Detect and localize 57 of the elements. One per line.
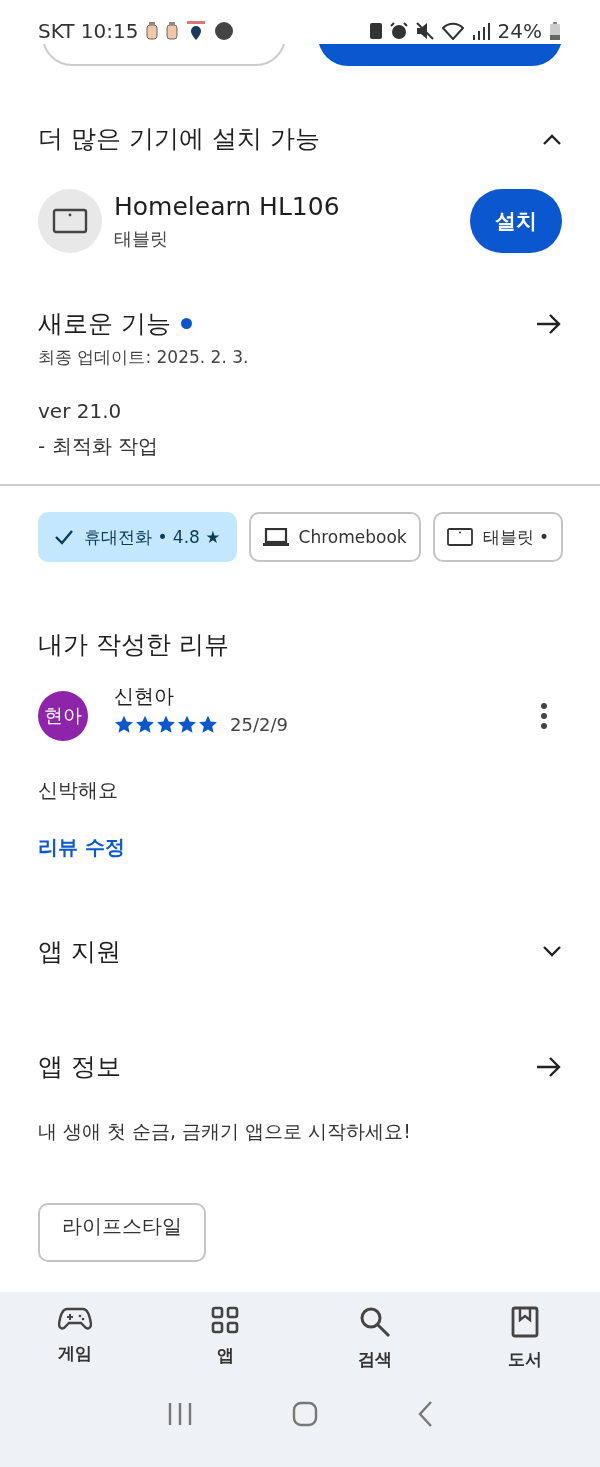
alarm-icon: [389, 22, 408, 40]
review-date: 25/2/9: [230, 714, 288, 735]
edit-review-link[interactable]: 리뷰 수정: [38, 834, 125, 861]
battery-saver-icon: [369, 22, 382, 40]
nav-tab[interactable]: 도서: [450, 1306, 600, 1371]
filter-chip[interactable]: Chromebook: [248, 512, 421, 562]
reviewer-name: 신현아: [114, 683, 174, 710]
signal-icon: [471, 22, 490, 40]
mute-icon: [415, 22, 434, 40]
star-icon: [114, 715, 134, 734]
carrier-time: SKT 10:15: [38, 19, 139, 43]
app-description: 내 생애 첫 순금, 금캐기 앱으로 시작하세요!: [38, 1119, 411, 1144]
arrow-right-icon[interactable]: [536, 312, 562, 335]
device-type: 태블릿: [114, 226, 168, 251]
star-icon: [198, 715, 218, 734]
section-title: 더 많은 기기에 설치 가능: [38, 123, 320, 155]
search-icon: [359, 1306, 391, 1338]
update-date: 최종 업데이트: 2025. 2. 3.: [38, 346, 249, 369]
home-icon[interactable]: [292, 1401, 318, 1427]
arrow-right-icon[interactable]: [536, 1055, 562, 1078]
more-options-icon[interactable]: [540, 703, 548, 729]
filter-chip[interactable]: 태블릿 •: [432, 512, 564, 562]
star-icon: [135, 715, 155, 734]
section-title: 새로운 기능: [38, 308, 171, 340]
gamepad-icon: [58, 1306, 92, 1332]
baby-bottle-icon: [166, 22, 179, 40]
battery-icon: [550, 22, 560, 40]
back-icon[interactable]: [416, 1401, 433, 1427]
collapse-icon[interactable]: [542, 132, 562, 145]
review-text: 신박해요: [38, 777, 118, 804]
location-pin-icon: [186, 21, 207, 41]
star-icon: [177, 715, 197, 734]
nav-tab[interactable]: 앱: [150, 1306, 300, 1371]
avatar: 현아: [38, 691, 88, 741]
baby-bottle-icon: [146, 22, 159, 40]
nav-tab[interactable]: 검색: [300, 1306, 450, 1371]
filter-chip[interactable]: 휴대전화 • 4.8 ★: [38, 512, 237, 562]
nav-tab[interactable]: 게임: [0, 1306, 150, 1371]
recent-apps-icon[interactable]: [167, 1402, 194, 1426]
battery-level: 24%: [497, 19, 542, 43]
bookmark-book-icon: [511, 1306, 539, 1338]
release-notes: - 최적화 작업: [38, 433, 158, 460]
expand-icon[interactable]: [542, 945, 562, 958]
section-title: 앱 정보: [38, 1051, 121, 1083]
star-icon: [156, 715, 176, 734]
version-text: ver 21.0: [38, 399, 122, 423]
check-icon: [54, 529, 74, 545]
tablet-icon: [446, 528, 473, 546]
device-name: Homelearn HL106: [114, 191, 340, 221]
category-tag[interactable]: 라이프스타일: [38, 1203, 206, 1262]
install-button[interactable]: 설치: [470, 189, 562, 253]
laptop-icon: [262, 528, 289, 546]
grid-icon: [211, 1306, 239, 1334]
wifi-icon: [441, 22, 464, 40]
section-title: 내가 작성한 리뷰: [38, 629, 229, 661]
section-title: 앱 지원: [38, 936, 121, 968]
app-logo-icon: [214, 21, 235, 41]
